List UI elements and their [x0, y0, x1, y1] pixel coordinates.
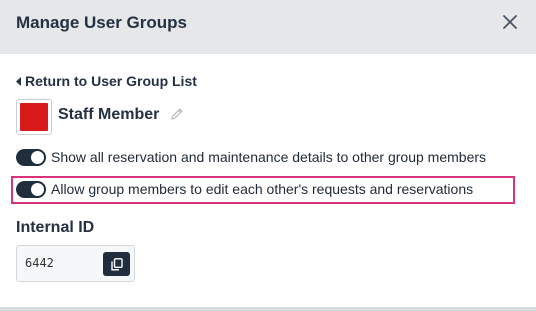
- internal-id-title: Internal ID: [16, 219, 95, 236]
- group-color-swatch[interactable]: [16, 99, 52, 135]
- modal-title: Manage User Groups: [16, 13, 187, 32]
- toggle-row-allow-edit: Allow group members to edit each other's…: [16, 179, 473, 199]
- copy-icon: [110, 257, 123, 270]
- return-link-label: Return to User Group List: [25, 73, 197, 89]
- internal-id-value: 6442: [25, 256, 54, 270]
- close-icon[interactable]: [499, 11, 521, 33]
- allow-edit-label: Allow group members to edit each other's…: [51, 181, 474, 197]
- toggle-knob: [31, 150, 44, 164]
- copy-button[interactable]: [103, 252, 130, 276]
- toggle-row-show-details: Show all reservation and maintenance det…: [16, 147, 486, 167]
- show-details-label: Show all reservation and maintenance det…: [51, 149, 487, 165]
- allow-edit-toggle[interactable]: [16, 180, 46, 198]
- group-name: Staff Member: [58, 106, 160, 123]
- manage-user-groups-modal: Manage User Groups Return to User Group …: [0, 0, 536, 311]
- caret-left-icon: [16, 76, 22, 86]
- toggle-knob: [31, 182, 44, 196]
- internal-id-field: 6442: [16, 245, 135, 282]
- modal-header: Manage User Groups: [0, 0, 536, 54]
- pencil-icon[interactable]: [170, 107, 184, 121]
- return-to-list-link[interactable]: Return to User Group List: [16, 72, 197, 90]
- group-color-fill: [20, 103, 48, 131]
- show-details-toggle[interactable]: [16, 148, 46, 166]
